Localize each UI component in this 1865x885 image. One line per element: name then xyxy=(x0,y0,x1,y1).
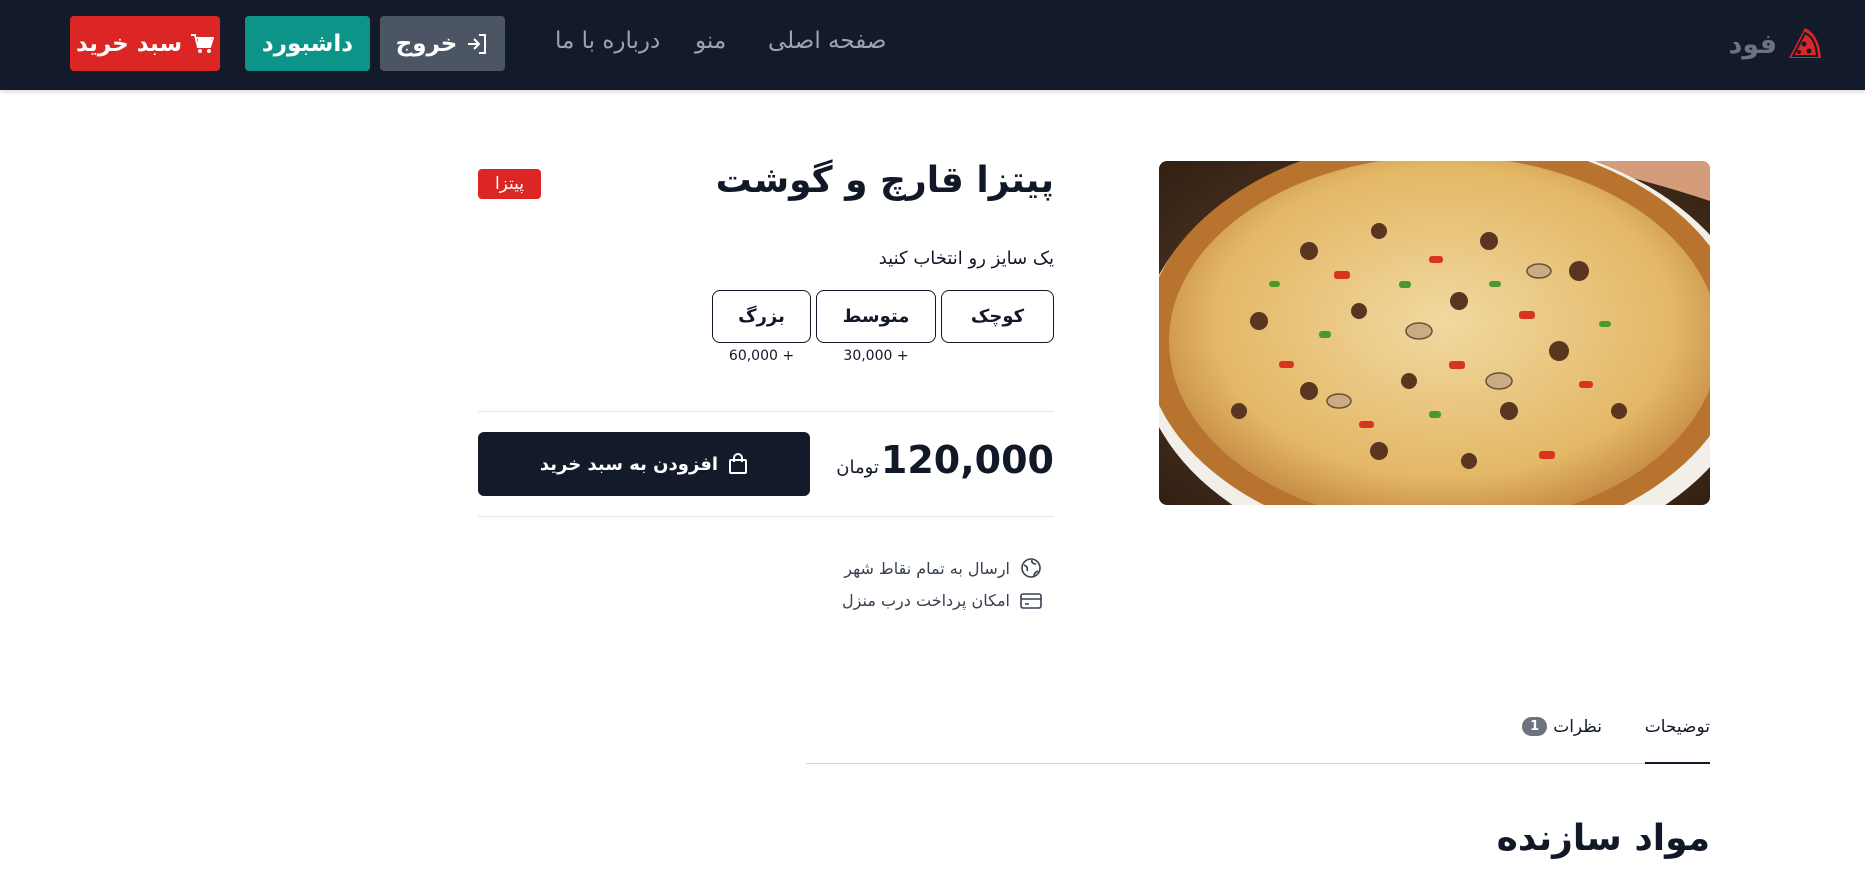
logo-text: فود xyxy=(1728,28,1777,60)
tab-reviews-label: نظرات xyxy=(1553,717,1602,737)
tab-description-label: توضیحات xyxy=(1644,717,1710,737)
feature-delivery-text: ارسال به تمام نقاط شهر xyxy=(844,558,1010,578)
divider-bottom xyxy=(478,516,1054,517)
add-to-cart-label: افزودن به سبد خرید xyxy=(539,453,719,475)
dashboard-button[interactable]: داشبورد xyxy=(245,16,370,71)
cart-label: سبد خرید xyxy=(75,30,183,57)
size-medium-button[interactable]: متوسط xyxy=(816,290,936,343)
logout-button[interactable]: خروج xyxy=(380,16,505,71)
cart-button[interactable]: سبد خرید xyxy=(70,16,220,71)
tab-reviews[interactable]: نظرات 1 xyxy=(1522,711,1602,764)
size-prompt: یک سایز رو انتخاب کنید xyxy=(878,248,1054,269)
feature-payment-text: امکان پرداخت درب منزل xyxy=(842,591,1010,610)
logout-label: خروج xyxy=(395,30,458,57)
size-large-label: بزرگ xyxy=(738,306,785,327)
tab-description[interactable]: توضیحات xyxy=(1644,711,1710,764)
category-badge[interactable]: پیتزا xyxy=(478,169,541,199)
size-large-button[interactable]: بزرگ xyxy=(712,290,811,343)
size-medium-label: متوسط xyxy=(842,306,910,327)
size-small-button[interactable]: کوچک xyxy=(941,290,1054,343)
shopping-cart-icon xyxy=(191,33,215,53)
divider-top xyxy=(478,411,1054,412)
reviews-count-badge: 1 xyxy=(1522,717,1548,736)
globe-icon xyxy=(1021,558,1041,578)
nav-home[interactable]: صفحه اصلی xyxy=(768,28,886,54)
shopping-bag-icon xyxy=(729,453,748,474)
price-value: 120,000 xyxy=(880,438,1054,482)
product-title: پیتزا قارچ و گوشت xyxy=(715,160,1054,201)
feature-payment: امکان پرداخت درب منزل xyxy=(842,591,1042,610)
pizza-logo-icon xyxy=(1789,28,1821,58)
size-small-label: کوچک xyxy=(970,306,1025,327)
top-navbar: فود صفحه اصلی منو درباره با ما خروج داشب… xyxy=(0,0,1865,90)
dashboard-label: داشبورد xyxy=(261,30,354,57)
feature-delivery: ارسال به تمام نقاط شهر xyxy=(844,557,1042,579)
nav-about[interactable]: درباره با ما xyxy=(555,28,660,54)
pizza-photo xyxy=(1159,161,1710,505)
product-image xyxy=(1159,161,1710,505)
credit-card-icon xyxy=(1020,592,1042,609)
price: 120,000 تومان xyxy=(836,438,1054,482)
price-unit: تومان xyxy=(836,457,879,478)
size-large-extra: + 60,000 xyxy=(728,348,795,364)
nav-menu[interactable]: منو xyxy=(695,28,726,54)
product-tabs: توضیحات نظرات 1 xyxy=(806,711,1710,764)
logout-icon xyxy=(468,33,487,54)
add-to-cart-button[interactable]: افزودن به سبد خرید xyxy=(478,432,810,496)
ingredients-heading: مواد سازنده xyxy=(1496,818,1710,859)
size-medium-extra: + 30,000 xyxy=(843,348,909,364)
logo[interactable]: فود xyxy=(1729,20,1825,68)
